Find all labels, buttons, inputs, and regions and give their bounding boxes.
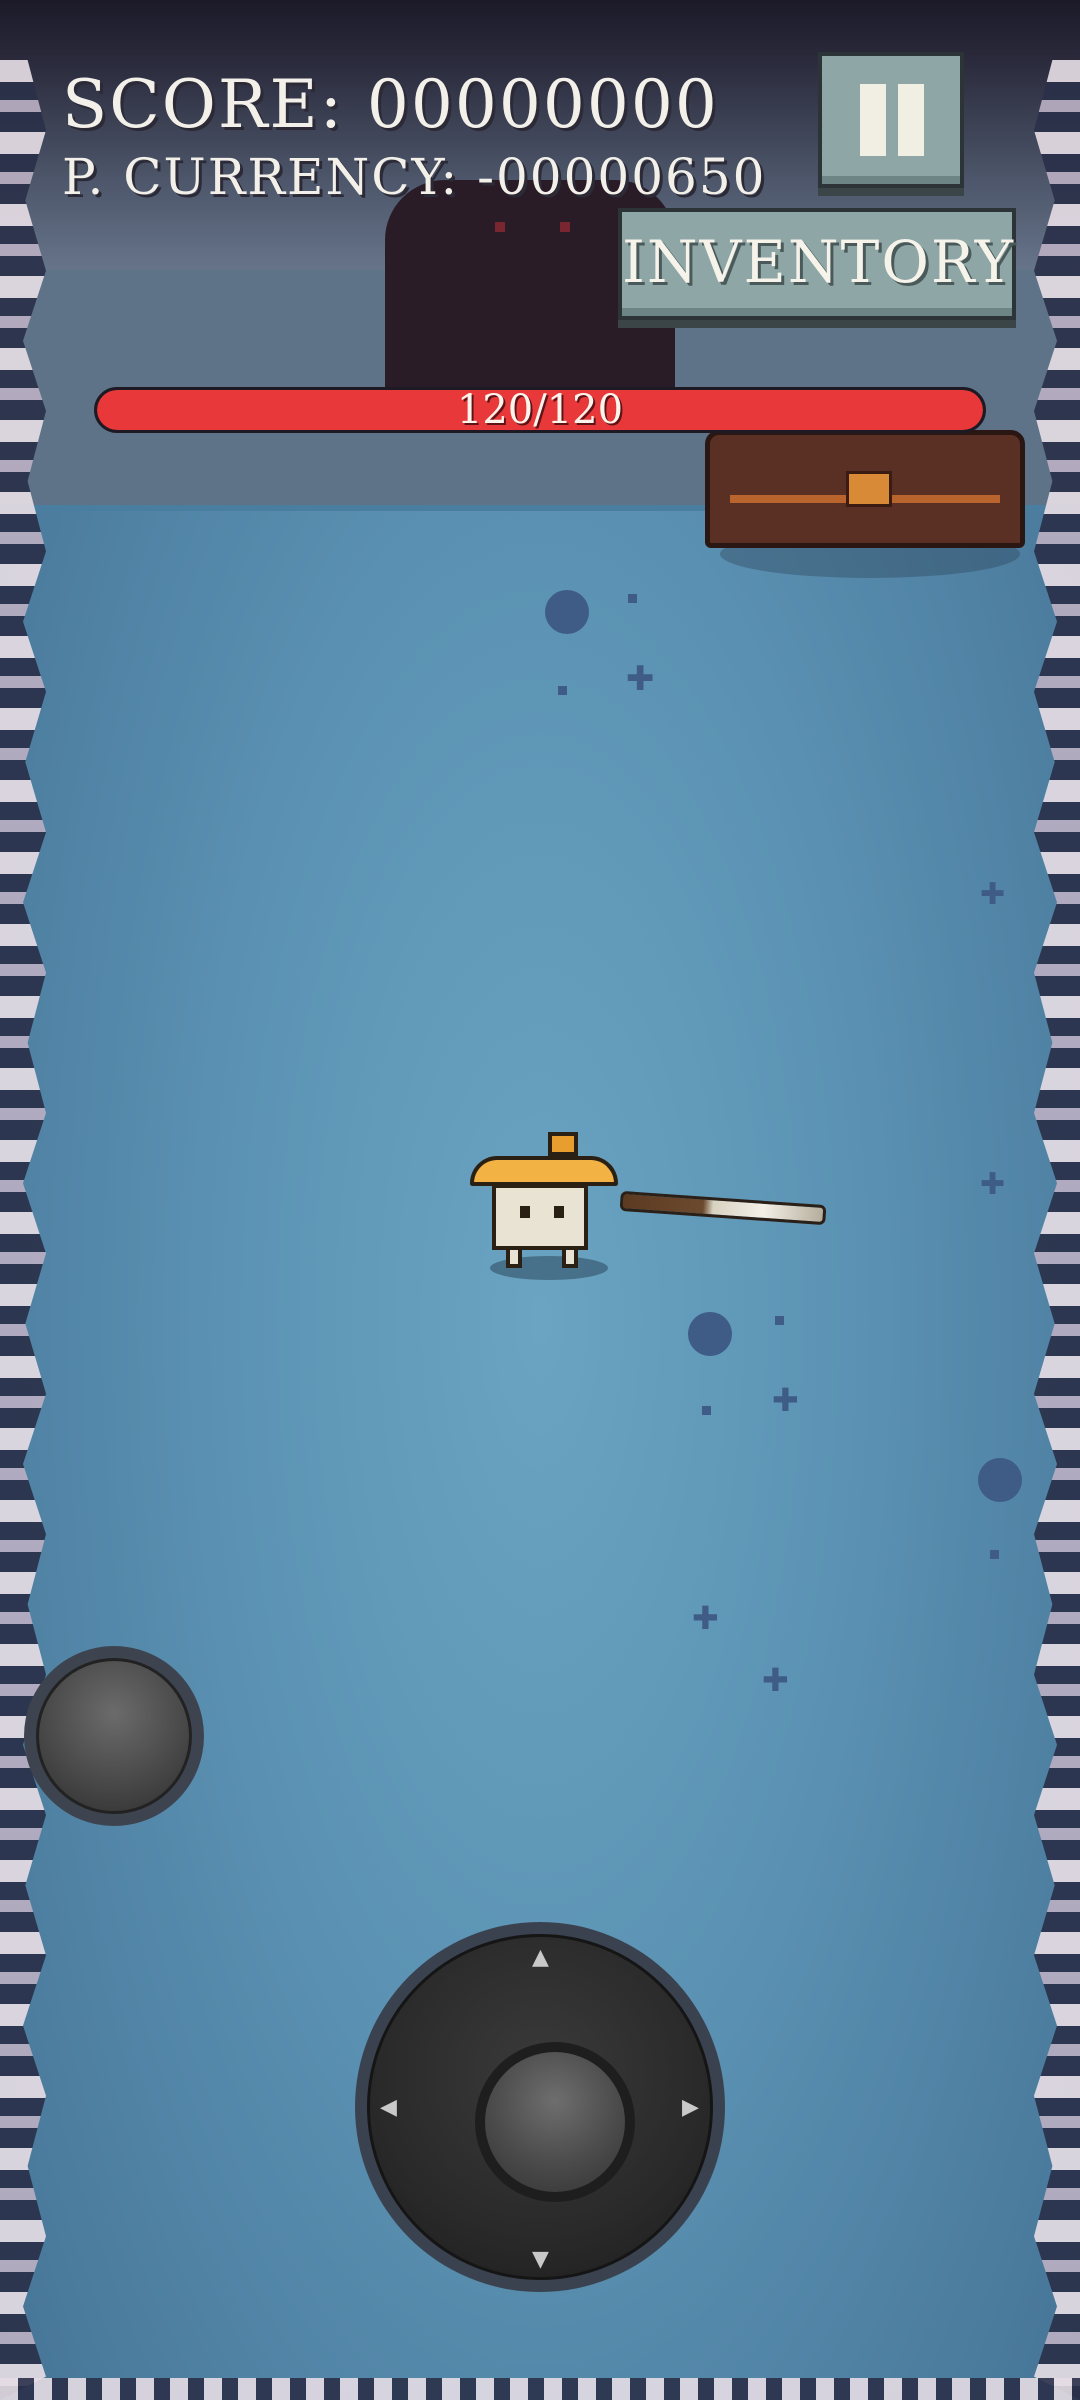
attack-button[interactable]	[24, 1646, 204, 1826]
attack-button-face	[36, 1658, 192, 1814]
floor-decoration: ✚	[762, 1661, 789, 1699]
player-leg	[562, 1246, 578, 1268]
pause-button[interactable]	[818, 52, 964, 188]
health-bar: 120/120	[94, 387, 986, 433]
player-eye	[554, 1206, 564, 1218]
floor-decoration: ✚	[626, 659, 655, 699]
floor-decoration	[775, 1316, 784, 1325]
doorway-eye	[495, 222, 505, 232]
straw-hat	[470, 1156, 618, 1186]
floor-decoration: ✚	[772, 1381, 799, 1419]
floor-decoration: ✚	[980, 877, 1006, 912]
floor-decoration	[628, 594, 637, 603]
chest-boss	[705, 430, 1025, 548]
arrow-right-icon: ▶	[682, 2095, 699, 2120]
joystick-base: ▲ ▶ ▼ ◀	[367, 1934, 713, 2280]
player-eye	[520, 1206, 530, 1218]
hat-tip	[548, 1132, 578, 1156]
floor-decoration: ✚	[692, 1599, 719, 1637]
chest-lock	[846, 471, 892, 507]
arrow-down-icon: ▼	[532, 2247, 549, 2272]
floor-decoration	[978, 1458, 1022, 1502]
arrow-left-icon: ◀	[380, 2095, 397, 2120]
health-text: 120/120	[456, 387, 624, 433]
arrow-up-icon: ▲	[532, 1945, 549, 1970]
currency-display: P. CURRENCY: -00000650	[62, 148, 767, 206]
floor-decoration: ✚	[980, 1167, 1006, 1202]
player-body	[492, 1184, 588, 1250]
virtual-joystick[interactable]: ▲ ▶ ▼ ◀	[355, 1922, 725, 2292]
floor-decoration	[545, 590, 589, 634]
player-leg	[506, 1246, 522, 1268]
joystick-knob-face	[485, 2052, 625, 2192]
floor-decoration	[702, 1406, 711, 1415]
game-screen: ✚ ✚ ✚ ✚ ✚ ✚ SCORE: 00000000 P. CURRENCY:…	[0, 0, 1080, 2400]
joystick-knob[interactable]	[475, 2042, 635, 2202]
doorway-eye	[560, 222, 570, 232]
inventory-button[interactable]: INVENTORY	[618, 208, 1016, 320]
arena-border-right	[1034, 60, 1080, 2400]
arena-border-left	[0, 60, 46, 2400]
player-character	[462, 1128, 622, 1280]
score-display: SCORE: 00000000	[62, 66, 719, 143]
floor-decoration	[688, 1312, 732, 1356]
floor-decoration	[558, 686, 567, 695]
arena-border-bottom	[0, 2378, 1080, 2400]
floor-decoration	[990, 1550, 999, 1559]
sword	[619, 1190, 827, 1226]
